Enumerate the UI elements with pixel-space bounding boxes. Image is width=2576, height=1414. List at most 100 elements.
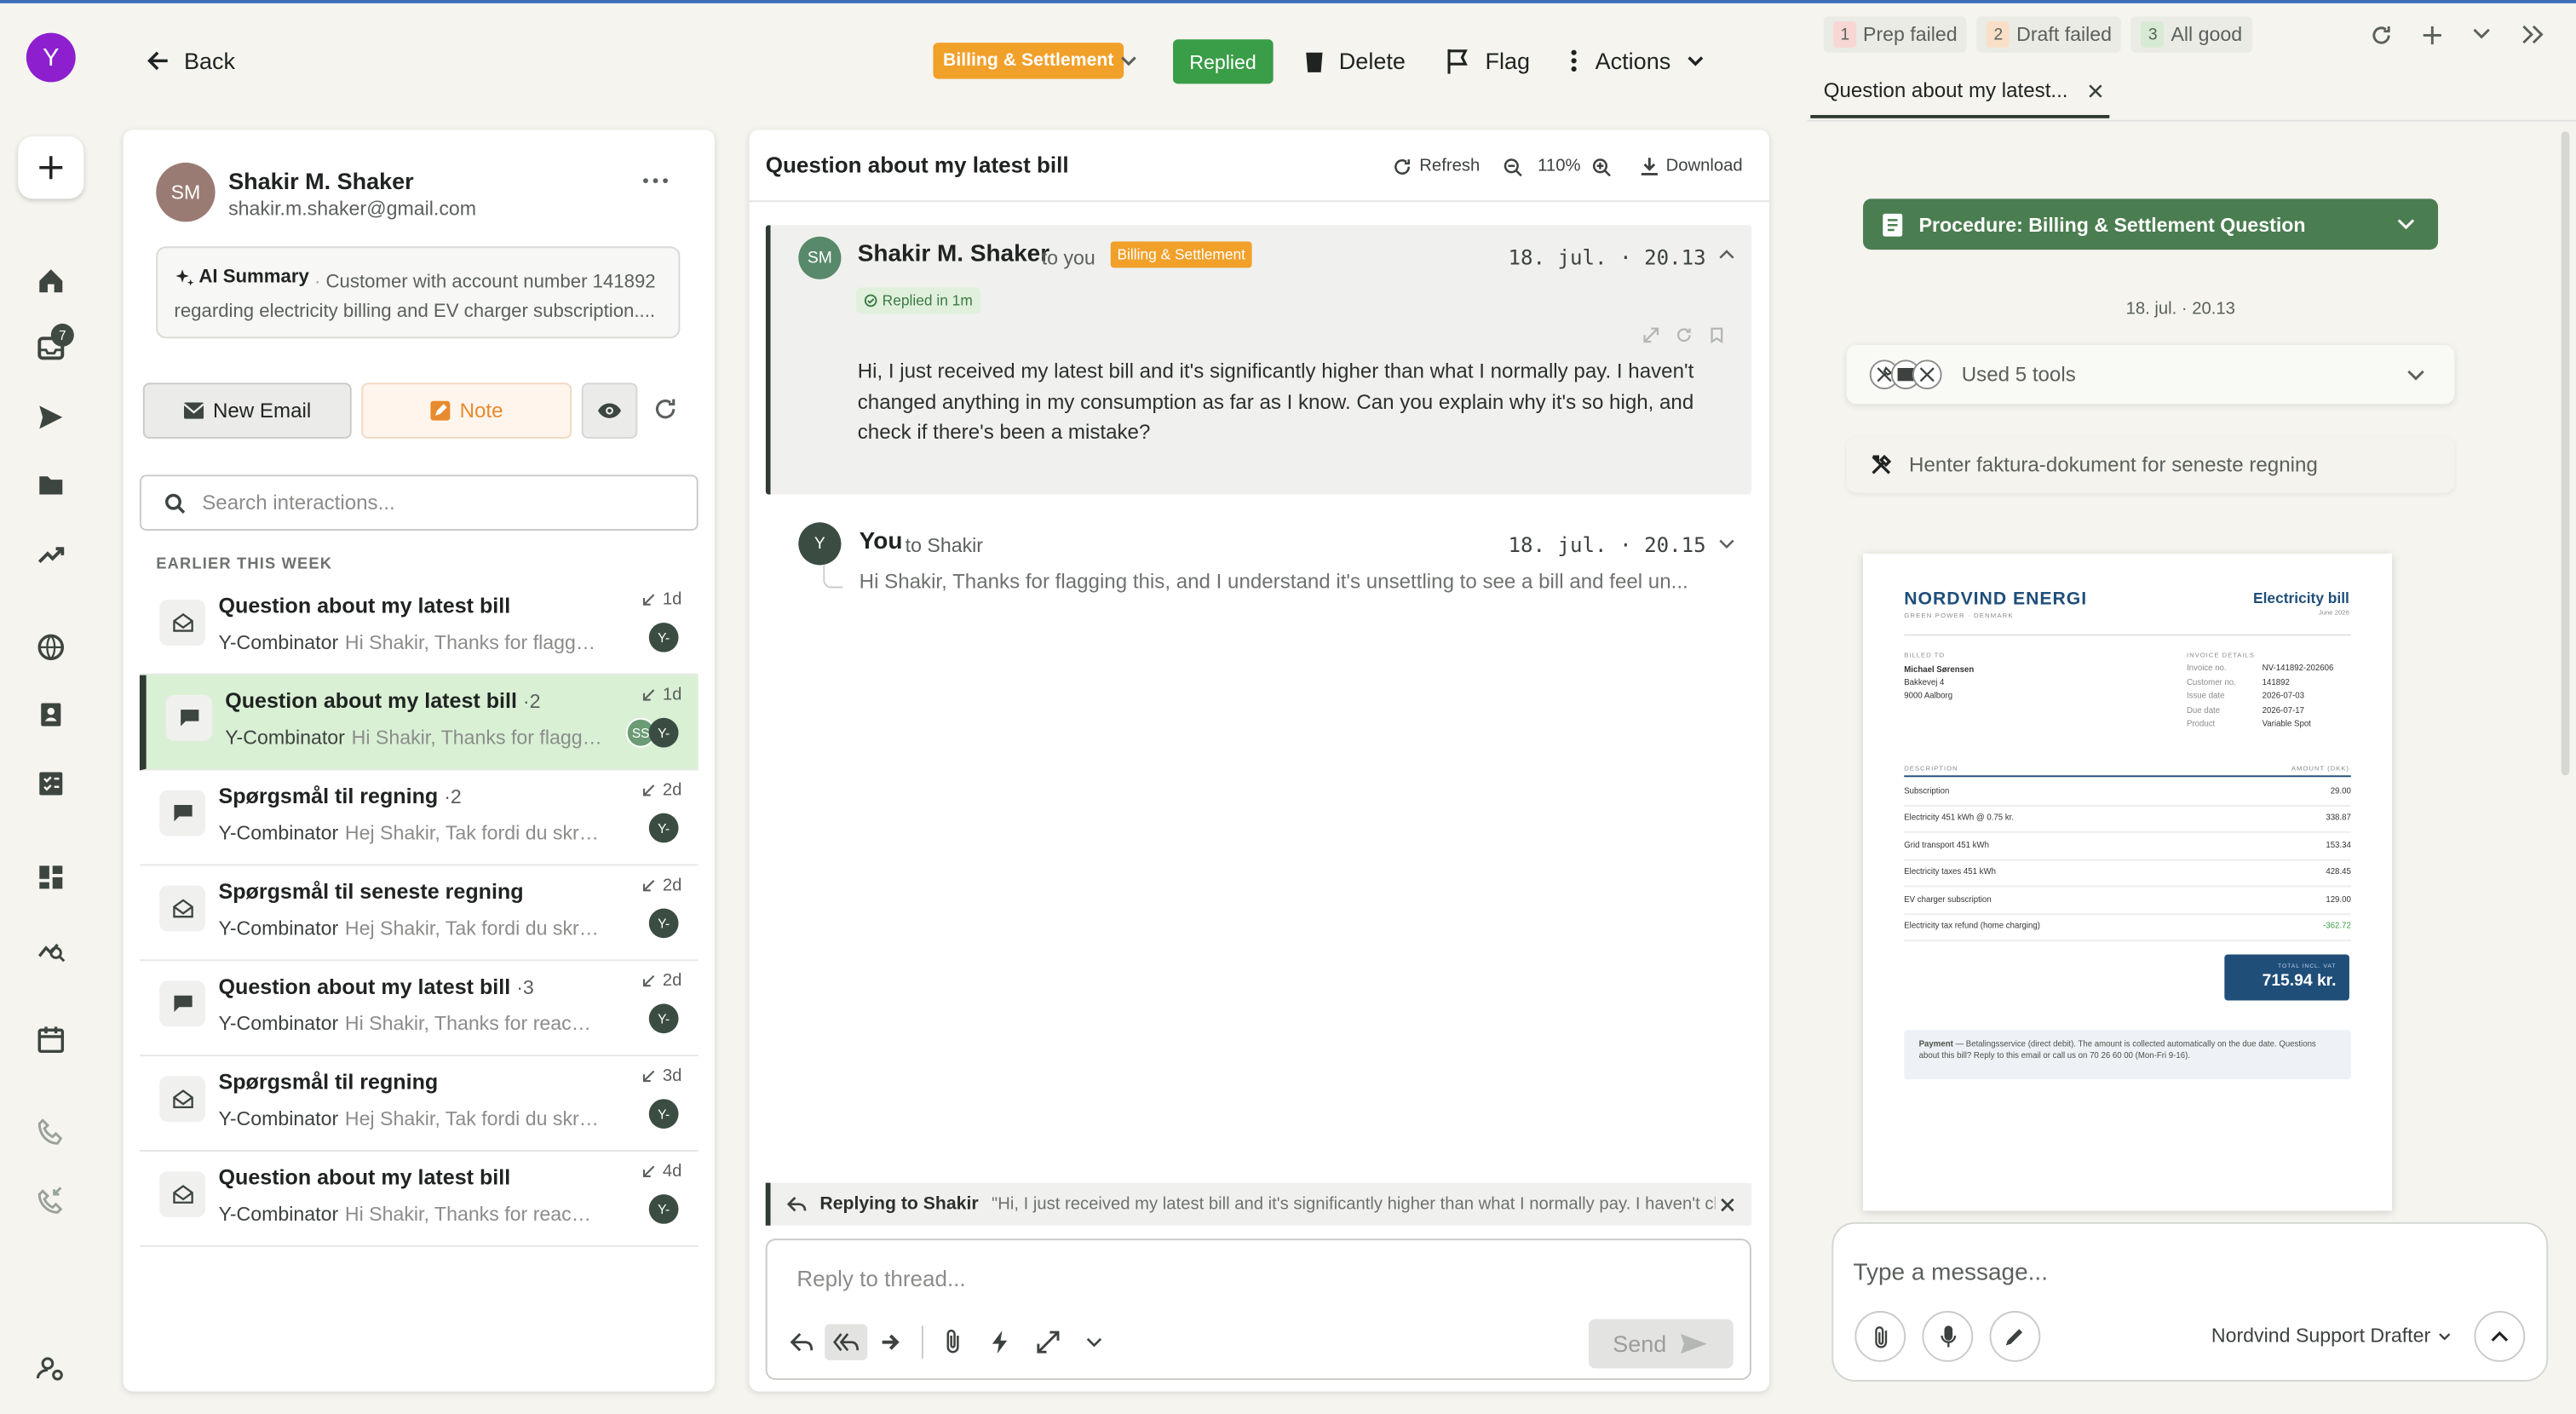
dashboard-icon[interactable] [33,859,69,895]
trending-icon[interactable] [33,536,69,572]
status-chip[interactable]: 1 Prep failed [1823,16,1968,53]
contacts-icon[interactable] [33,697,69,733]
expand-icon[interactable] [1643,327,1659,343]
agent-message-input[interactable]: Type a message... [1853,1260,2048,1286]
payment-note: Payment — Betalingsservice (direct debit… [1904,1030,2351,1080]
compose-plus-button[interactable] [18,136,84,199]
globe-icon[interactable] [33,629,69,665]
bookmark-icon[interactable] [1709,327,1725,344]
agent-selector[interactable]: Nordvind Support Drafter [2211,1324,2452,1347]
procedure-banner[interactable]: Procedure: Billing & Settlement Question [1863,198,2439,250]
close-icon[interactable] [1720,1197,1734,1211]
analytics-search-icon[interactable] [33,930,69,966]
microphone-button[interactable] [1922,1311,1974,1362]
forward-icon[interactable] [881,1332,900,1352]
thread-subject: Question about my latest bill [765,152,1069,178]
invoice-line: EV charger subscription 129.00 [1904,887,2351,915]
reply-all-icon[interactable] [825,1324,868,1360]
back-button[interactable]: Back [145,39,235,82]
replying-label: Replying to Shakir [819,1194,979,1215]
inbox-badge: 7 [50,323,74,347]
actions-button[interactable]: Actions [1566,39,1707,82]
eye-toggle-button[interactable] [581,382,638,439]
message-incoming[interactable]: SM Shakir M. Shaker to you Billing & Set… [765,225,1751,495]
add-tab-icon[interactable] [2422,25,2443,46]
thread-row[interactable]: Question about my latest bill Y-Combinat… [139,1152,699,1247]
reply-single-icon[interactable] [790,1332,814,1352]
invoice-detail-row: Issue date 2026-07-03 [2186,691,2305,702]
thread-snippet: Y-Combinator Hi Shakir, Thanks for reachi… [218,1012,600,1036]
category-tag[interactable]: Billing & Settlement [933,43,1124,79]
admin-settings-icon[interactable] [33,1350,69,1386]
sender-avatar: Y- [648,1003,679,1034]
reply-composer[interactable]: Reply to thread... Send [765,1239,1751,1381]
flag-button[interactable]: Flag [1446,39,1530,82]
scrollbar[interactable] [2561,131,2570,776]
close-icon[interactable] [2088,83,2102,97]
contact-email[interactable]: shakir.m.shaker@gmail.com [228,197,476,220]
thread-row[interactable]: Question about my latest bill ·2 Y-Combin… [139,675,699,771]
arrow-incoming-icon [643,785,655,796]
retry-icon[interactable] [1676,327,1692,343]
status-chip[interactable]: 3 All good [2131,16,2252,53]
refresh-icon[interactable] [654,398,677,421]
status-replied-button[interactable]: Replied [1173,39,1274,84]
tools-used-row[interactable]: Used 5 tools [1846,345,2455,405]
new-email-button[interactable]: New Email [142,382,352,439]
thread-row[interactable]: Spørgsmål til seneste regning Y-Combinat… [139,865,699,962]
invoice-brand: NORDVIND ENERGI [1904,589,2088,610]
replying-quote: "Hi, I just received my latest bill and … [992,1194,1715,1215]
scroll-up-button[interactable] [2474,1311,2526,1362]
expand-arrows-icon[interactable] [1037,1331,1060,1354]
refresh-icon[interactable] [2371,25,2392,46]
zoom-out-icon[interactable] [1504,158,1523,177]
chevron-down-icon[interactable] [1718,537,1734,550]
attachment-icon[interactable] [943,1329,963,1355]
status-chip[interactable]: 2 Draft failed [1976,16,2122,53]
user-avatar[interactable]: Y [26,32,76,83]
ai-summary[interactable]: AI Summary · Customer with account numbe… [156,246,681,339]
chip-label: Prep failed [1863,23,1958,47]
thread-row[interactable]: Question about my latest bill ·3 Y-Combin… [139,961,699,1057]
chip-count: 3 [2141,21,2165,48]
attach-button[interactable] [1854,1311,1906,1362]
refresh-button[interactable]: Refresh [1393,156,1480,175]
message-outgoing[interactable]: Y [798,522,842,566]
you-preview[interactable]: Hi Shakir, Thanks for flagging this, and… [860,570,1739,593]
email-open-icon [159,599,206,646]
reply-input[interactable]: Reply to thread... [796,1267,965,1291]
invoice-preview[interactable]: NORDVIND ENERGI GREEN POWER · DENMARK El… [1863,553,2393,1211]
search-interactions-input[interactable]: Search interactions... [139,474,699,531]
home-icon[interactable] [33,263,69,299]
phone-incoming-icon[interactable] [33,1181,69,1217]
agent-chat-composer[interactable]: Type a message... Nordvind Support Draft… [1831,1221,2549,1382]
thread-age: 2d [643,971,681,991]
folder-icon[interactable] [33,467,69,503]
phone-icon[interactable] [33,1114,69,1150]
download-button[interactable]: Download [1641,156,1743,175]
thread-row[interactable]: Spørgsmål til regning Y-Combinator Hej Sh… [139,1056,699,1152]
send-icon[interactable] [33,399,69,435]
chevron-down-icon[interactable] [2473,28,2491,41]
more-horizontal-icon[interactable] [642,175,669,186]
recipient-label: to you [1041,246,1095,270]
calendar-icon[interactable] [33,1022,69,1058]
chevron-down-icon[interactable] [1086,1337,1102,1349]
note-button[interactable]: Note [361,382,572,439]
chat-icon [165,694,212,741]
tasks-icon[interactable] [33,766,69,802]
tab-active-thread[interactable]: Question about my latest... [1810,66,2110,118]
pen-button[interactable] [1989,1311,2041,1362]
lightning-icon[interactable] [992,1331,1009,1354]
thread-snippet: Y-Combinator Hi Shakir, Thanks for reachi… [218,1202,600,1226]
category-chevron-icon[interactable] [1117,49,1140,72]
chevron-up-icon[interactable] [1718,248,1734,261]
thread-age: 1d [643,589,681,610]
flag-label: Flag [1485,47,1530,74]
thread-row[interactable]: Spørgsmål til regning ·2 Y-Combinator Hej … [139,771,699,866]
send-button[interactable]: Send [1588,1319,1734,1369]
collapse-panel-icon[interactable] [2521,25,2544,44]
thread-row[interactable]: Question about my latest bill Y-Combinat… [139,580,699,675]
delete-button[interactable]: Delete [1302,39,1406,82]
zoom-in-icon[interactable] [1592,158,1612,177]
